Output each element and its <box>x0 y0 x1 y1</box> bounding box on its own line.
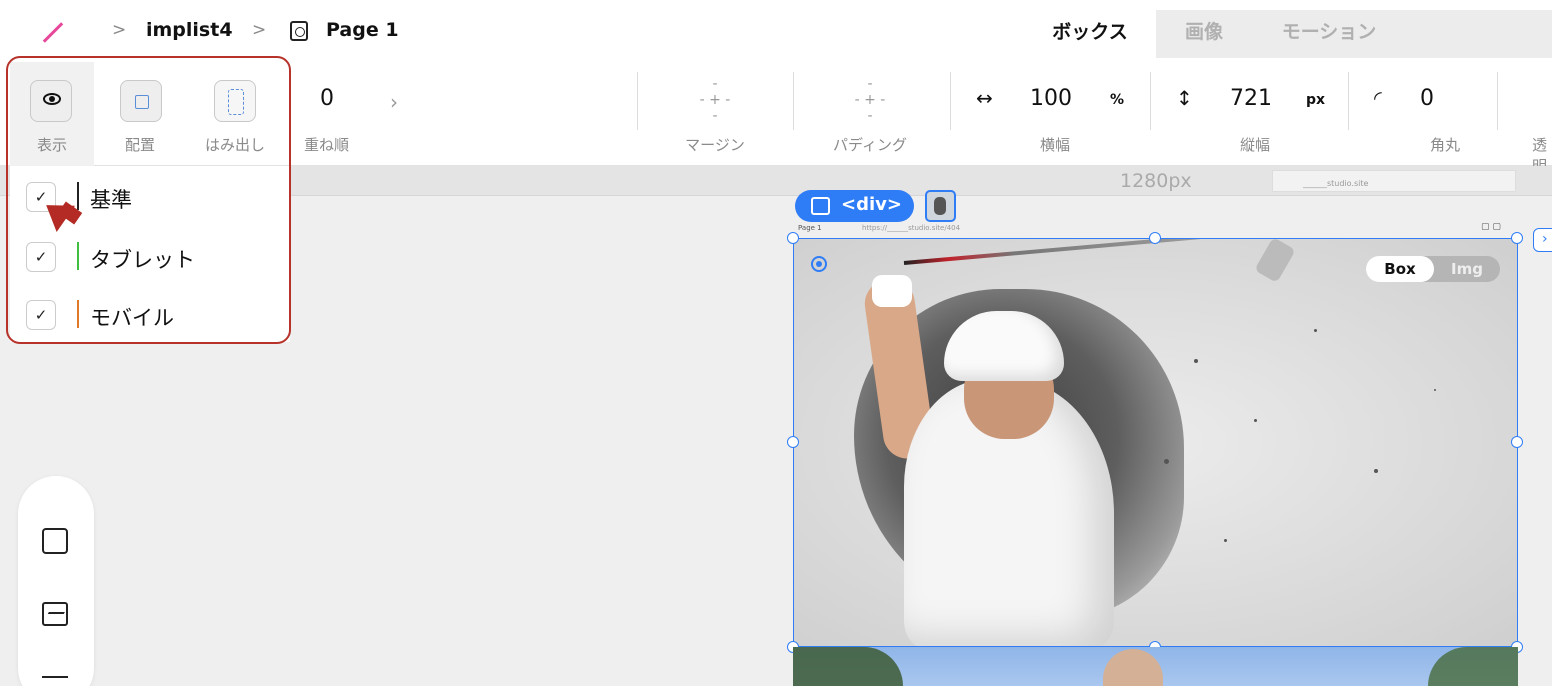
margin-tool[interactable]: -- + -- マージン <box>660 62 770 166</box>
divider <box>1150 72 1151 130</box>
width-value[interactable]: 100 <box>1030 86 1072 111</box>
resize-handle-top[interactable] <box>1149 232 1161 244</box>
particle <box>1434 389 1436 391</box>
studio-logo-icon[interactable] <box>42 22 64 43</box>
radius-label: 角丸 <box>1429 136 1460 154</box>
particle <box>1254 419 1257 422</box>
inspector-tabs: ボックス 画像 モーション <box>1024 10 1552 58</box>
z-order-value[interactable]: 0 <box>320 86 334 111</box>
horizontal-arrows-icon: ↔ <box>976 86 993 110</box>
particle <box>1194 359 1198 363</box>
particle <box>1374 469 1378 473</box>
radius-tool[interactable]: ◜ 0 角丸 <box>1360 62 1490 166</box>
opacity-tool[interactable]: 透明 <box>1520 62 1552 175</box>
resize-handle-top-right[interactable] <box>1511 232 1523 244</box>
toggle-img[interactable]: Img <box>1434 256 1500 282</box>
chevron-right-icon[interactable]: › <box>390 90 398 114</box>
page-name-label: Page 1 <box>798 224 822 232</box>
tab-motion[interactable]: モーション <box>1264 10 1394 58</box>
margin-label: マージン <box>685 136 745 154</box>
resize-handle-left[interactable] <box>787 436 799 448</box>
resize-handle-right[interactable] <box>1511 436 1523 448</box>
height-value[interactable]: 721 <box>1230 86 1272 111</box>
margin-control[interactable]: -- + -- <box>660 76 770 124</box>
padding-label: パディング <box>833 136 907 154</box>
tree-right <box>1428 647 1518 686</box>
z-order-tool[interactable]: 0 › 重ね順 <box>300 62 410 166</box>
frame-action-icons[interactable]: ▢ ▢ <box>1481 222 1501 232</box>
box-img-toggle[interactable]: Box Img <box>1366 256 1500 282</box>
toggle-box[interactable]: Box <box>1366 256 1434 282</box>
editor-root: > implist4 > Page 1 ボックス 画像 モーション 表示 配置 <box>0 0 1552 686</box>
vertical-arrows-icon: ↕ <box>1176 86 1193 110</box>
corner-radius-icon: ◜ <box>1374 86 1382 110</box>
next-section-image[interactable] <box>793 647 1518 686</box>
page-url-label: https://______studio.site/404 <box>862 224 961 232</box>
padding-tool[interactable]: -- + -- パディング <box>815 62 925 166</box>
golfer-glove <box>872 275 912 307</box>
image-icon <box>811 197 830 215</box>
padding-control[interactable]: -- + -- <box>815 76 925 124</box>
image-icon[interactable] <box>42 602 68 626</box>
z-order-label: 重ね順 <box>304 136 350 154</box>
divider <box>1497 72 1498 130</box>
tree-left <box>793 647 903 686</box>
height-unit[interactable]: px <box>1306 92 1325 108</box>
golf-club-head <box>1254 239 1296 283</box>
breadcrumb-project[interactable]: implist4 <box>146 19 233 41</box>
page-icon <box>290 21 308 41</box>
element-tag: <div> <box>841 194 902 215</box>
top-bar: > implist4 > Page 1 ボックス 画像 モーション <box>0 0 1552 62</box>
particle <box>1164 459 1169 464</box>
selected-image-box[interactable]: Box Img <box>793 238 1518 647</box>
divider <box>637 72 638 130</box>
golf-club-shaft <box>903 239 1273 265</box>
position-target-icon[interactable] <box>811 256 827 272</box>
width-unit[interactable]: % <box>1110 92 1124 108</box>
width-tool[interactable]: ↔ 100 % 横幅 <box>960 62 1150 166</box>
golfer-next <box>1103 649 1163 686</box>
chevron-right-icon[interactable]: › <box>1533 228 1552 252</box>
selected-element-chip[interactable]: <div> <box>795 190 914 222</box>
breadcrumb-chevron-icon: > <box>252 20 267 40</box>
divider <box>793 72 794 130</box>
divider <box>1348 72 1349 130</box>
radius-value[interactable]: 0 <box>1420 86 1434 111</box>
divider <box>950 72 951 130</box>
particle <box>1314 329 1317 332</box>
breadcrumb-chevron-icon: > <box>112 20 127 40</box>
site-preview-bar: ______studio.site <box>1272 170 1516 192</box>
particle <box>1224 539 1227 542</box>
tab-box[interactable]: ボックス <box>1024 10 1156 58</box>
width-label: 横幅 <box>1039 136 1070 154</box>
insert-toolbar <box>18 476 94 686</box>
canvas-width-indicator: 1280px <box>1120 170 1192 192</box>
breadcrumb-page[interactable]: Page 1 <box>326 19 399 41</box>
tab-image[interactable]: 画像 <box>1164 10 1244 58</box>
resize-handle-top-left[interactable] <box>787 232 799 244</box>
image-thumbnail[interactable] <box>925 190 956 222</box>
text-icon[interactable] <box>42 676 68 678</box>
box-icon[interactable] <box>42 528 68 554</box>
height-label: 縦幅 <box>1239 136 1270 154</box>
height-tool[interactable]: ↕ 721 px 縦幅 <box>1160 62 1350 166</box>
